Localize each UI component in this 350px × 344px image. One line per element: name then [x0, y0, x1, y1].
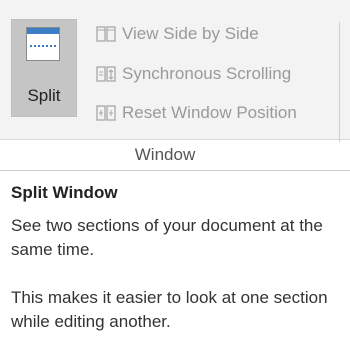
synchronous-scrolling-label: Synchronous Scrolling [122, 64, 292, 83]
ribbon-window-group: Split View Side by Side Synchronous Scro… [0, 0, 350, 142]
view-side-by-side-icon [96, 25, 116, 42]
view-side-by-side-label: View Side by Side [122, 24, 259, 43]
tooltip-title: Split Window [11, 183, 118, 202]
tooltip-description: See two sections of your document at the… [11, 216, 323, 259]
split-window-icon [26, 27, 60, 61]
group-label-window: Window [134, 145, 196, 164]
split-button[interactable]: Split [11, 19, 77, 117]
split-window-tooltip: Split Window See two sections of your do… [0, 170, 350, 344]
reset-window-position-icon [96, 104, 116, 121]
group-separator [339, 22, 340, 142]
tooltip-detail: This makes it easier to look at one sect… [11, 288, 328, 331]
reset-window-position-label: Reset Window Position [122, 103, 297, 122]
synchronous-scrolling-icon [96, 65, 116, 82]
split-button-label: Split [27, 86, 61, 105]
view-side-by-side-button[interactable]: View Side by Side [96, 22, 259, 46]
reset-window-position-button[interactable]: Reset Window Position [96, 101, 297, 125]
synchronous-scrolling-button[interactable]: Synchronous Scrolling [96, 62, 291, 86]
